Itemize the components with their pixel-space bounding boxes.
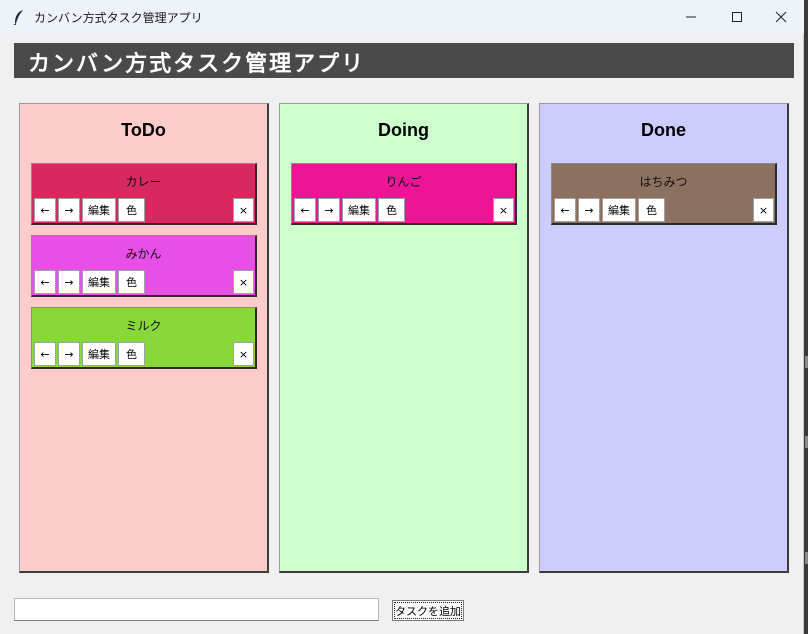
task-card[interactable]: りんご ← → 編集 色 ×: [291, 163, 517, 225]
maximize-icon: [732, 12, 742, 22]
maximize-button[interactable]: [714, 0, 760, 34]
edit-button[interactable]: 編集: [82, 198, 116, 222]
task-title: カレー: [125, 175, 162, 189]
color-button[interactable]: 色: [118, 270, 145, 294]
move-left-button[interactable]: ←: [554, 198, 576, 222]
column-doing: Doing りんご ← → 編集 色 ×: [279, 103, 529, 573]
delete-button[interactable]: ×: [233, 270, 254, 294]
task-card[interactable]: みかん ← → 編集 色 ×: [31, 235, 257, 297]
task-card[interactable]: ミルク ← → 編集 色 ×: [31, 307, 257, 369]
delete-button[interactable]: ×: [233, 198, 254, 222]
column-title: Doing: [378, 120, 429, 140]
app-header: カンバン方式タスク管理アプリ: [14, 43, 794, 78]
app-window: カンバン方式タスク管理アプリ カンバン方式タスク管理アプリ ToDo カレー ←…: [0, 0, 804, 634]
color-button[interactable]: 色: [118, 342, 145, 366]
move-left-button[interactable]: ←: [34, 198, 56, 222]
minimize-icon: [686, 16, 696, 18]
task-card[interactable]: カレー ← → 編集 色 ×: [31, 163, 257, 225]
column-done: Done はちみつ ← → 編集 色 ×: [539, 103, 789, 573]
delete-button[interactable]: ×: [233, 342, 254, 366]
column-title: Done: [641, 120, 686, 140]
move-left-button[interactable]: ←: [294, 198, 316, 222]
task-title: はちみつ: [639, 175, 688, 189]
color-button[interactable]: 色: [378, 198, 405, 222]
move-right-button[interactable]: →: [578, 198, 600, 222]
move-right-button[interactable]: →: [58, 342, 80, 366]
move-left-button[interactable]: ←: [34, 270, 56, 294]
delete-button[interactable]: ×: [493, 198, 514, 222]
add-task-button[interactable]: タスクを追加: [392, 600, 464, 621]
task-title: ミルク: [125, 319, 162, 333]
move-left-button[interactable]: ←: [34, 342, 56, 366]
task-card[interactable]: はちみつ ← → 編集 色 ×: [551, 163, 777, 225]
column-todo: ToDo カレー ← → 編集 色 × みかん ← → 編集 色 × ミルク ←…: [19, 103, 269, 573]
window-title: カンバン方式タスク管理アプリ: [34, 10, 203, 25]
edit-button[interactable]: 編集: [82, 270, 116, 294]
task-title: みかん: [125, 247, 162, 261]
close-icon: [775, 11, 787, 23]
delete-button[interactable]: ×: [753, 198, 774, 222]
task-title: りんご: [385, 175, 422, 189]
move-right-button[interactable]: →: [58, 198, 80, 222]
page-title: カンバン方式タスク管理アプリ: [28, 52, 366, 77]
feather-icon: [12, 9, 26, 25]
color-button[interactable]: 色: [638, 198, 665, 222]
close-button[interactable]: [758, 0, 804, 34]
task-input[interactable]: [14, 598, 379, 621]
color-button[interactable]: 色: [118, 198, 145, 222]
title-bar: カンバン方式タスク管理アプリ: [0, 0, 804, 34]
edit-button[interactable]: 編集: [602, 198, 636, 222]
edit-button[interactable]: 編集: [82, 342, 116, 366]
move-right-button[interactable]: →: [58, 270, 80, 294]
edit-button[interactable]: 編集: [342, 198, 376, 222]
minimize-button[interactable]: [668, 0, 714, 34]
column-title: ToDo: [121, 120, 166, 140]
move-right-button[interactable]: →: [318, 198, 340, 222]
